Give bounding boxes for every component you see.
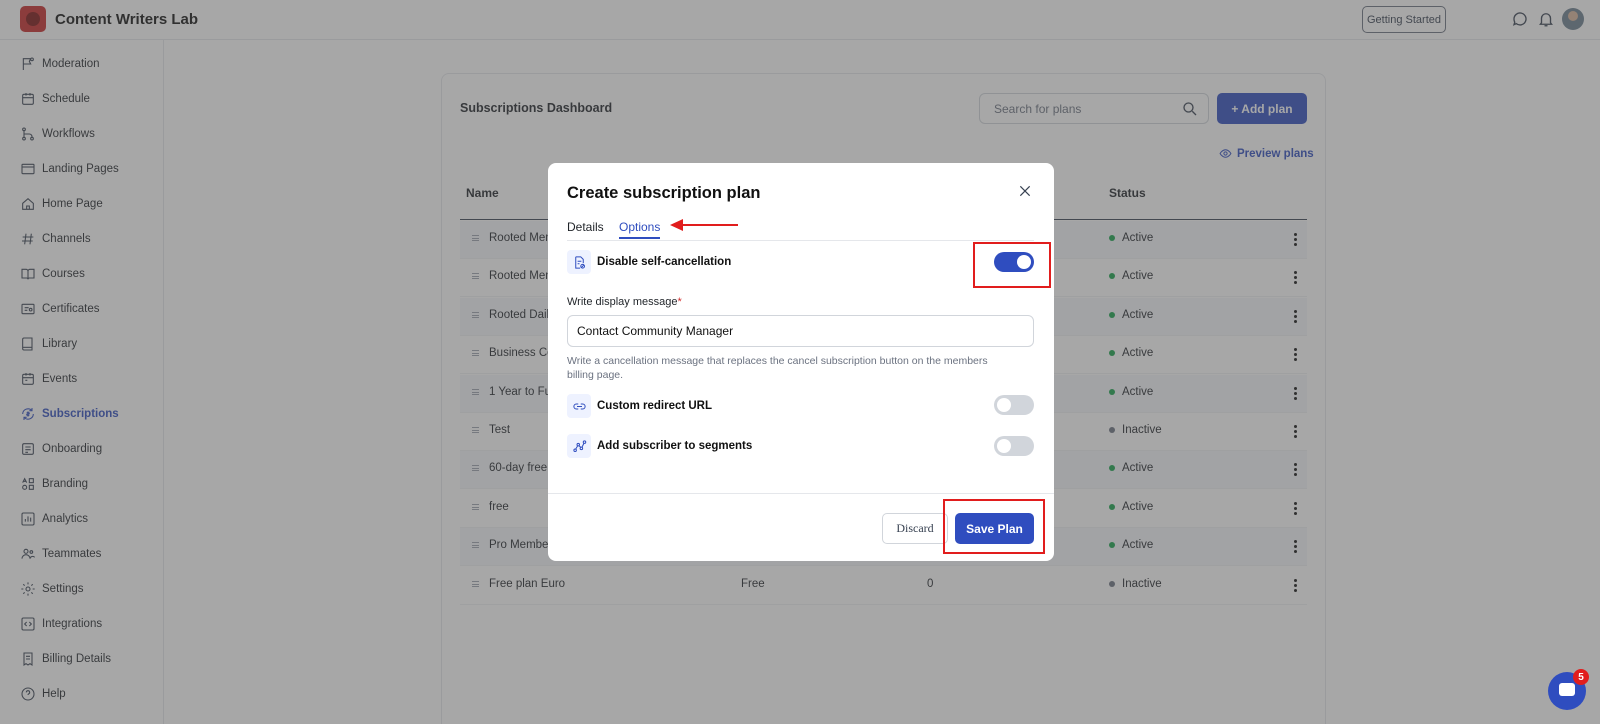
discard-button[interactable]: Discard [882,513,948,544]
annotation-highlight-toggle [973,242,1051,288]
segments-icon [567,434,591,458]
close-icon [1019,185,1031,197]
link-icon [567,394,591,418]
annotation-arrow [670,219,738,231]
disable-self-cancellation-label: Disable self-cancellation [597,256,732,268]
display-message-label-text: Write display message [567,296,678,308]
custom-redirect-url-toggle[interactable] [994,395,1034,415]
modal-footer-divider [548,493,1054,494]
modal-title: Create subscription plan [567,184,761,202]
display-message-input[interactable]: Contact Community Manager [567,315,1034,347]
tab-details[interactable]: Details [567,220,604,234]
custom-redirect-url-label: Custom redirect URL [597,400,713,412]
display-message-label: Write display message* [567,296,682,308]
document-cancel-icon [567,250,591,274]
tabs-divider [567,240,1034,241]
add-subscriber-to-segments-label: Add subscriber to segments [597,440,753,452]
add-subscriber-to-segments-toggle[interactable] [994,436,1034,456]
chat-badge: 5 [1573,669,1589,685]
annotation-highlight-save [943,499,1045,554]
display-message-help: Write a cancellation message that replac… [567,355,988,381]
tab-options[interactable]: Options [619,220,661,239]
close-button[interactable] [1017,183,1033,199]
